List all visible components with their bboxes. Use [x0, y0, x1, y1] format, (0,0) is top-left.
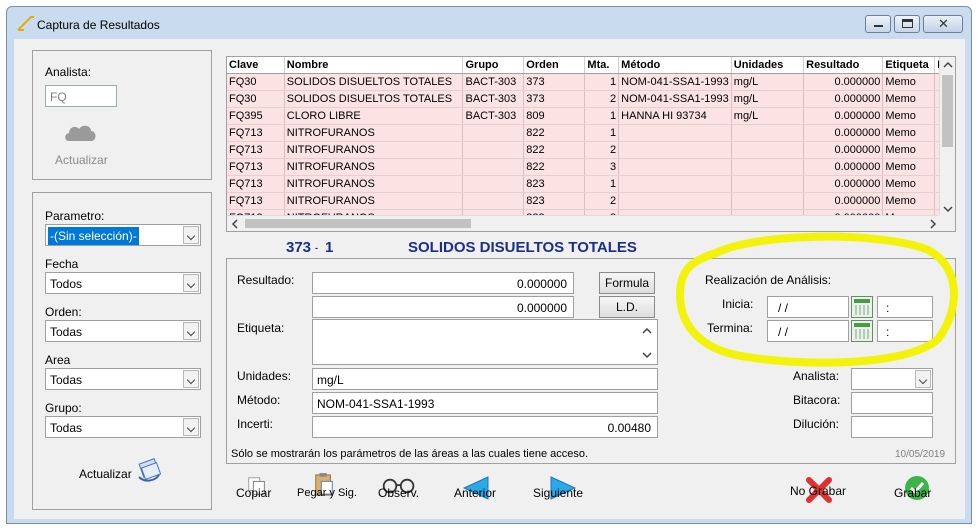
observ-button[interactable]: Observ.: [378, 475, 426, 505]
yellow-highlight-annotation: [676, 232, 958, 367]
analista-label: Analista:: [45, 65, 92, 79]
grid-vertical-scrollbar[interactable]: [939, 57, 955, 217]
table-row[interactable]: FQ713 NITROFURANOS 823 1 0.000000 Memo: [227, 175, 955, 193]
col-header-etiqueta[interactable]: Etiqueta: [882, 57, 936, 74]
chevron-up-icon[interactable]: [641, 326, 653, 336]
col-header-metodo[interactable]: Método: [618, 57, 732, 74]
table-row[interactable]: FQ30 SOLIDOS DISUELTOS TOTALES BACT-303 373…: [227, 73, 955, 91]
metodo-input[interactable]: NOM-041-SSA1-1993: [312, 392, 658, 414]
analista-panel: Analista: FQ Actualizar: [32, 50, 212, 180]
date-stamp: 10/05/2019: [895, 449, 946, 460]
maximize-button[interactable]: [894, 15, 920, 33]
col-header-nombre[interactable]: Nombre: [284, 57, 464, 74]
detail-nombre: SOLIDOS DISUELTOS TOTALES: [408, 239, 637, 256]
parametro-label: Parametro:: [45, 209, 105, 223]
results-grid[interactable]: Clave Nombre Grupo Orden Mta. Método Uni…: [226, 56, 956, 232]
close-icon: ✕: [938, 16, 949, 31]
minimize-button[interactable]: [865, 15, 891, 33]
col-header-clave[interactable]: Clave: [227, 57, 285, 74]
col-header-unidades[interactable]: Unidades: [731, 57, 805, 74]
table-row[interactable]: FQ30 SOLIDOS DISUELTOS TOTALES BACT-303 373…: [227, 90, 955, 108]
table-row[interactable]: FQ713 NITROFURANOS 823 2 0.000000 Memo: [227, 192, 955, 210]
bitacora-input[interactable]: [851, 392, 933, 414]
refresh-pages-icon: [138, 458, 162, 482]
chevron-down-icon: [183, 322, 199, 340]
unidades-label: Unidades:: [237, 369, 292, 383]
no-grabar-button[interactable]: No Grabar: [790, 475, 852, 507]
col-header-grupo[interactable]: Grupo: [462, 57, 525, 74]
grupo-label: Grupo:: [45, 401, 82, 415]
siguiente-button[interactable]: Siguiente: [533, 475, 589, 505]
app-logo-icon: [17, 16, 34, 31]
col-header-mta[interactable]: Mta.: [584, 57, 620, 74]
grabar-button[interactable]: Grabar: [894, 475, 938, 507]
copiar-button[interactable]: Copiar: [236, 475, 280, 505]
unidades-input[interactable]: mg/L: [312, 368, 658, 390]
parametro-select[interactable]: -(Sin selección)-: [45, 224, 201, 246]
resultado-input-2[interactable]: 0.000000: [312, 296, 574, 318]
dilucion-input[interactable]: [851, 416, 933, 438]
incerti-label: Incerti:: [237, 417, 274, 431]
anterior-button[interactable]: Anterior: [454, 475, 504, 505]
results-table: Clave Nombre Grupo Orden Mta. Método Uni…: [227, 57, 955, 227]
table-row[interactable]: FQ395 CLORO LIBRE BACT-303 809 1 HANNA HI 937…: [227, 107, 955, 125]
table-row[interactable]: FQ713 NITROFURANOS 822 2 0.000000 Memo: [227, 141, 955, 159]
orden-select[interactable]: Todas: [45, 320, 201, 342]
filter-panel: Parametro: -(Sin selección)- Fecha Todos…: [32, 192, 212, 510]
chevron-down-icon: [183, 418, 199, 436]
detail-muestra: 1: [325, 239, 334, 256]
orden-label: Orden:: [45, 305, 82, 319]
fecha-label: Fecha: [45, 257, 79, 271]
pegar-siguiente-button[interactable]: Pegar y Sig.: [297, 473, 359, 505]
chevron-down-icon: [915, 370, 931, 388]
grupo-select[interactable]: Todas: [45, 416, 201, 438]
table-row[interactable]: FQ713 NITROFURANOS 822 3 0.000000 Memo: [227, 158, 955, 176]
detail-separator: -: [315, 243, 318, 253]
access-note: Sólo se mostrarán los parámetros de las …: [231, 448, 589, 460]
title-bar: Captura de Resultados ✕: [7, 7, 971, 39]
area-select[interactable]: Todas: [45, 368, 201, 390]
col-header-resultado[interactable]: Resultado: [803, 57, 884, 74]
chevron-down-icon[interactable]: [641, 350, 653, 360]
analista-input[interactable]: FQ: [45, 85, 117, 107]
resultado-label: Resultado:: [237, 273, 295, 287]
ld-button[interactable]: L.D.: [599, 296, 655, 318]
fecha-select[interactable]: Todos: [45, 272, 201, 294]
actualizar-top-button[interactable]: Actualizar: [55, 153, 108, 167]
grid-horizontal-scrollbar[interactable]: [227, 215, 941, 231]
analista-detail-label: Analista:: [793, 369, 840, 383]
metodo-label: Método:: [237, 393, 281, 407]
detail-orden: 373: [286, 239, 312, 256]
grid-vertical-thumb[interactable]: [942, 75, 953, 147]
etiqueta-label: Etiqueta:: [237, 321, 285, 335]
app-window: Captura de Resultados ✕ Analista: FQ Act…: [6, 6, 972, 524]
client-area: Analista: FQ Actualizar Parametro: -(Sin…: [14, 39, 965, 519]
scroll-left-icon[interactable]: [227, 216, 243, 232]
table-row[interactable]: FQ713 NITROFURANOS 822 1 0.000000 Memo: [227, 124, 955, 142]
chevron-down-icon: [183, 226, 199, 244]
etiqueta-textarea[interactable]: [312, 319, 658, 365]
formula-button[interactable]: Formula: [599, 272, 655, 294]
actualizar-bottom-button[interactable]: Actualizar: [79, 458, 179, 489]
window-title: Captura de Resultados: [37, 18, 160, 32]
dilucion-label: Dilución:: [793, 417, 840, 431]
analista-detail-select[interactable]: [851, 368, 933, 390]
chevron-down-icon: [183, 370, 199, 388]
scroll-up-icon[interactable]: [940, 57, 956, 73]
area-label: Area: [45, 353, 71, 367]
close-button[interactable]: ✕: [923, 15, 963, 33]
col-header-orden[interactable]: Orden: [523, 57, 586, 74]
grid-header-row: Clave Nombre Grupo Orden Mta. Método Uni…: [227, 57, 955, 74]
grid-scroll-corner: [939, 215, 955, 231]
cloud-icon[interactable]: [63, 121, 99, 145]
resultado-input-1[interactable]: 0.000000: [312, 272, 574, 294]
bitacora-label: Bitacora:: [793, 393, 841, 407]
incerti-input[interactable]: 0.00480: [312, 416, 658, 438]
chevron-down-icon: [183, 274, 199, 292]
grid-horizontal-thumb[interactable]: [245, 219, 471, 228]
